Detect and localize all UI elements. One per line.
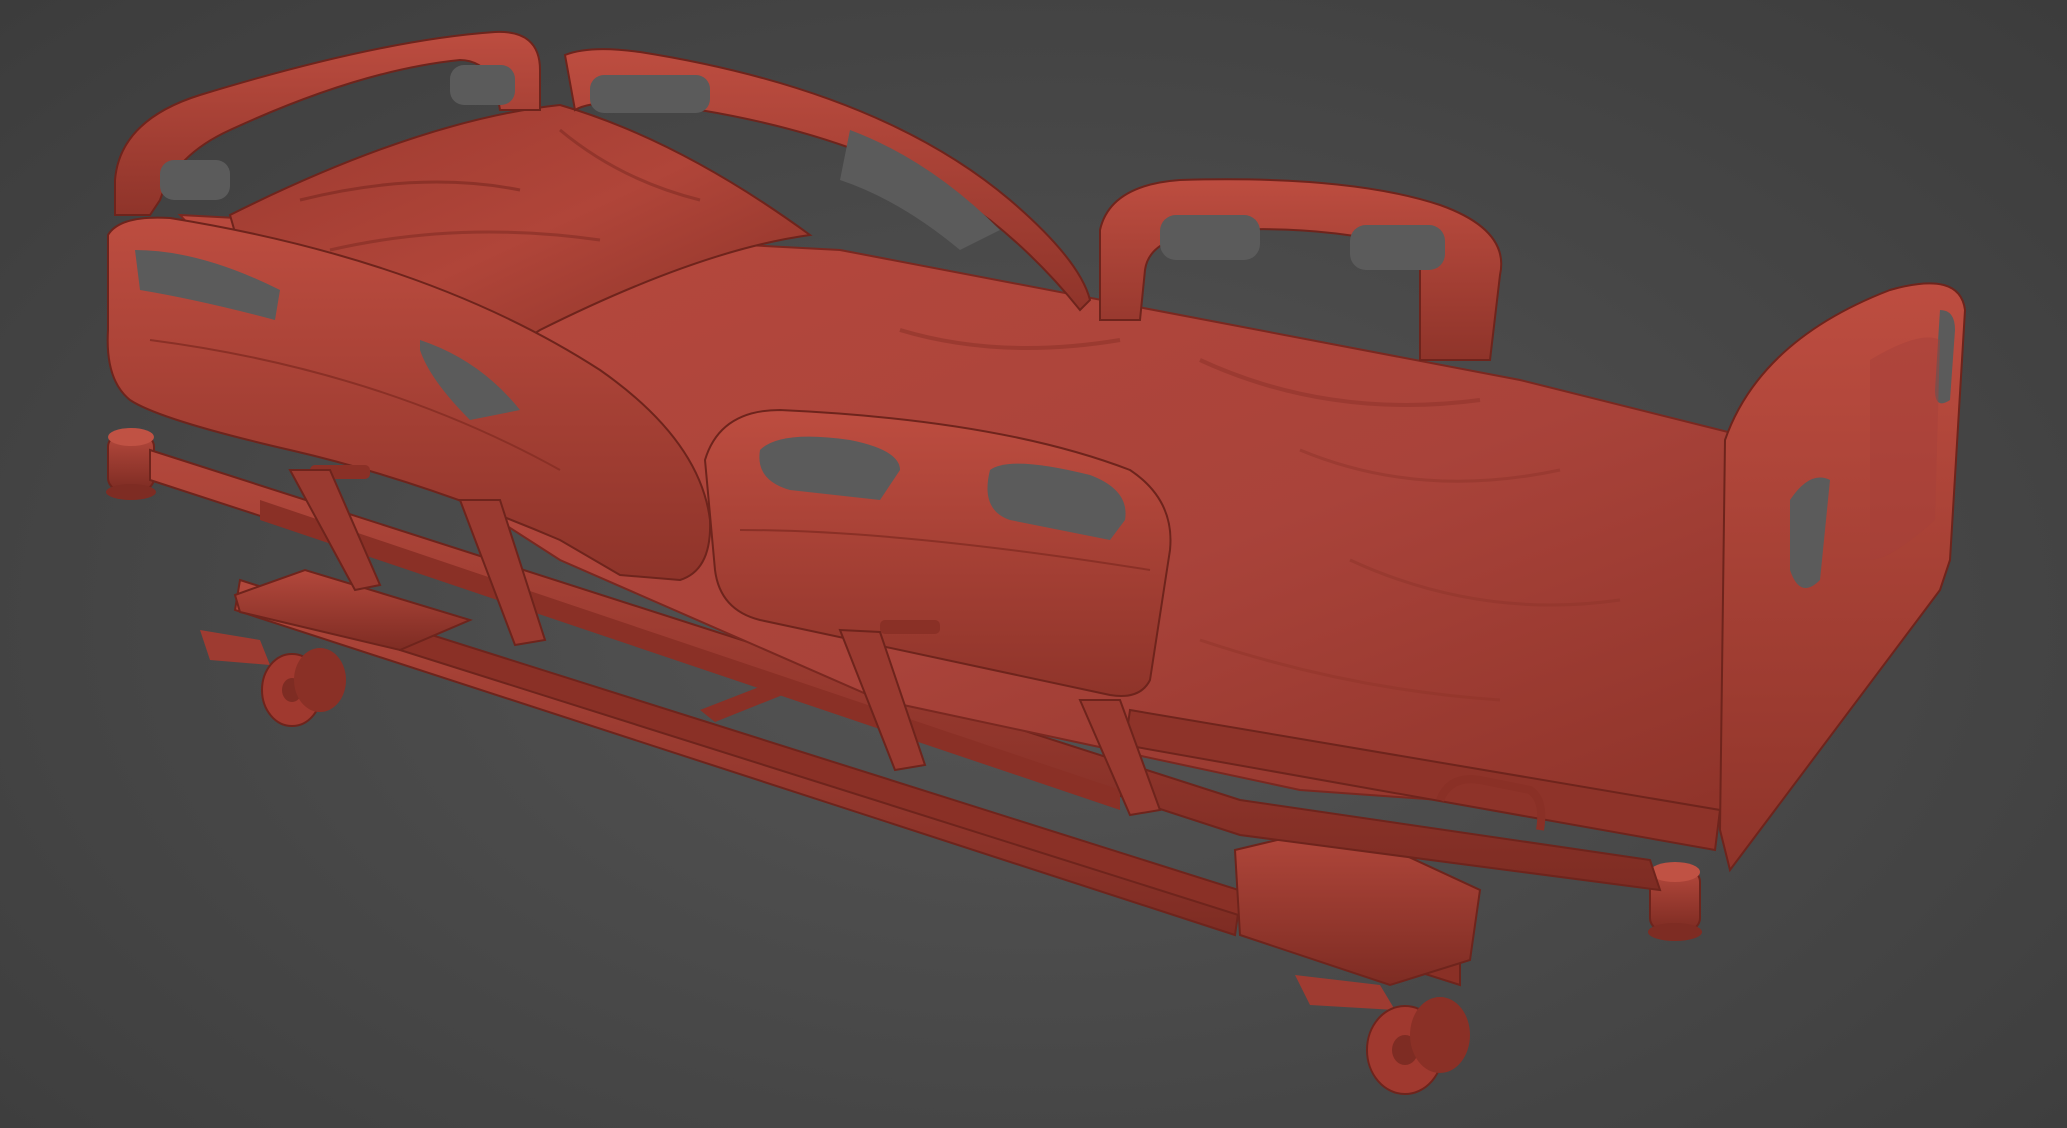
- caster-foot: [1295, 975, 1470, 1095]
- bumper-head: [106, 428, 156, 500]
- hospital-bed-render: [106, 30, 1967, 1095]
- bumper-foot: [1648, 862, 1702, 941]
- caster-head: [200, 630, 346, 727]
- footboard: [1718, 282, 1967, 873]
- 3d-viewport[interactable]: [0, 0, 2067, 1128]
